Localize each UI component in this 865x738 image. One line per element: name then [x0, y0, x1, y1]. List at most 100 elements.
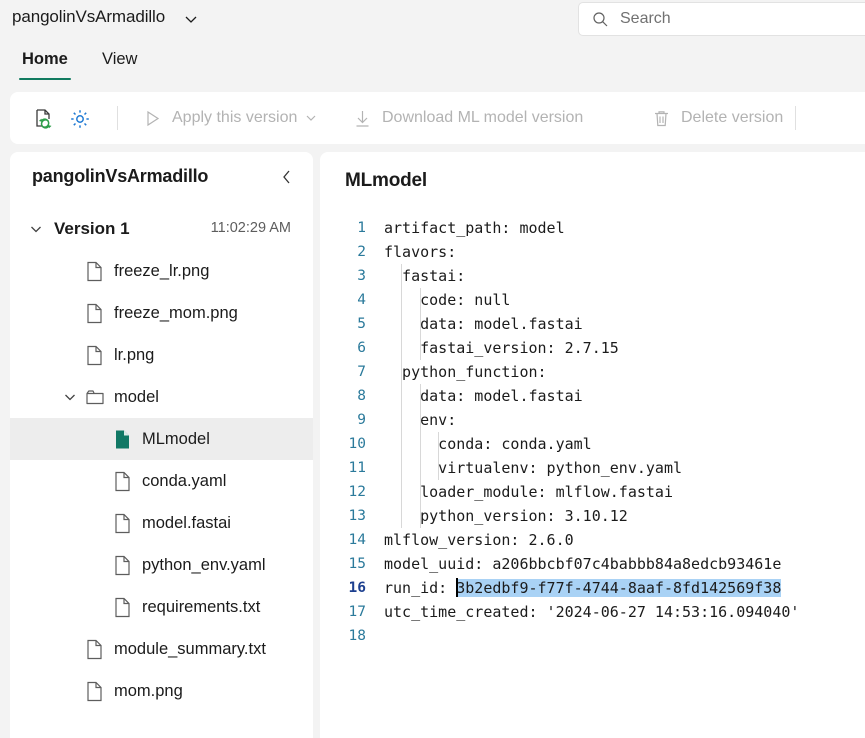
tree-item-model-folder[interactable]: model	[10, 376, 313, 418]
line-text: loader_module: mlflow.fastai	[384, 480, 673, 504]
line-text: env:	[384, 408, 456, 432]
code-viewer[interactable]: 1 artifact_path: model 2 flavors: 3 fast…	[320, 216, 865, 648]
line-number: 1	[334, 216, 366, 240]
settings-button[interactable]	[64, 100, 95, 136]
line-number: 14	[334, 528, 366, 552]
chevron-down-icon[interactable]	[182, 10, 200, 28]
tree-item-lr-png[interactable]: lr.png	[10, 334, 313, 376]
apply-this-version-button[interactable]: Apply this version	[134, 100, 325, 136]
download-ml-model-version-button[interactable]: Download ML model version	[344, 100, 591, 136]
file-icon	[85, 261, 104, 282]
ribbon-tabs: Home View	[0, 44, 865, 88]
line-text: python_version: 3.10.12	[384, 504, 628, 528]
code-line: 12 loader_module: mlflow.fastai	[320, 480, 865, 504]
line-text: artifact_path: model	[384, 216, 565, 240]
trash-icon	[651, 108, 672, 129]
tree-item-version-1[interactable]: Version 1 11:02:29 AM	[10, 208, 313, 250]
code-line: 5 data: model.fastai	[320, 312, 865, 336]
line-number: 10	[334, 432, 366, 456]
version-timestamp: 11:02:29 AM	[211, 220, 291, 236]
line-text: virtualenv: python_env.yaml	[384, 456, 682, 480]
line-text: python_function:	[384, 360, 547, 384]
line-text-prefix: run_id:	[384, 579, 456, 597]
command-bar: Apply this version Download ML model ver…	[10, 92, 865, 144]
code-line: 4 code: null	[320, 288, 865, 312]
tree-item-module-summary-txt[interactable]: module_summary.txt	[10, 628, 313, 670]
folder-icon	[85, 387, 104, 408]
file-icon	[113, 471, 132, 492]
tree-item-conda-yaml[interactable]: conda.yaml	[10, 460, 313, 502]
line-text: model_uuid: a206bbcbf07c4babbb84a8edcb93…	[384, 552, 781, 576]
document-title: MLmodel	[345, 170, 427, 192]
delete-version-button[interactable]: Delete version	[643, 100, 791, 136]
file-icon	[113, 429, 132, 450]
search-placeholder: Search	[620, 10, 671, 28]
line-text: fastai_version: 2.7.15	[384, 336, 619, 360]
chevron-left-icon[interactable]	[278, 168, 296, 186]
code-line: 2 flavors:	[320, 240, 865, 264]
line-text: mlflow_version: 2.6.0	[384, 528, 574, 552]
file-icon	[113, 597, 132, 618]
line-number: 5	[334, 312, 366, 336]
download-ml-model-version-label: Download ML model version	[382, 109, 583, 127]
tree-item-label: lr.png	[114, 346, 154, 365]
tree-item-mlmodel[interactable]: MLmodel	[10, 418, 313, 460]
tree-item-label: model.fastai	[142, 514, 231, 533]
tree-item-label: requirements.txt	[142, 598, 260, 617]
line-text: data: model.fastai	[384, 312, 583, 336]
chevron-down-icon	[305, 112, 317, 124]
text-caret	[456, 578, 458, 597]
line-text: data: model.fastai	[384, 384, 583, 408]
tree-item-python-env-yaml[interactable]: python_env.yaml	[10, 544, 313, 586]
tree-item-label: conda.yaml	[142, 472, 226, 491]
tree-item-label: MLmodel	[142, 430, 210, 449]
file-icon	[85, 639, 104, 660]
code-line: 11 virtualenv: python_env.yaml	[320, 456, 865, 480]
file-icon	[113, 555, 132, 576]
tree-item-model-fastai[interactable]: model.fastai	[10, 502, 313, 544]
tree-item-label: Version 1	[54, 219, 130, 239]
code-line: 1 artifact_path: model	[320, 216, 865, 240]
file-icon	[85, 681, 104, 702]
line-number: 18	[334, 624, 366, 648]
code-line: 17 utc_time_created: '2024-06-27 14:53:1…	[320, 600, 865, 624]
file-tree: Version 1 11:02:29 AM freeze_lr.png free…	[10, 208, 313, 712]
tree-item-requirements-txt[interactable]: requirements.txt	[10, 586, 313, 628]
tree-item-freeze-mom-png[interactable]: freeze_mom.png	[10, 292, 313, 334]
code-line-selected: 16 run_id: 3b2edbf9-f77f-4744-8aaf-8fd14…	[320, 576, 865, 600]
tab-home-label: Home	[22, 50, 68, 69]
window-title: pangolinVsArmadillo	[12, 7, 165, 27]
line-number: 9	[334, 408, 366, 432]
tab-home[interactable]: Home	[22, 44, 68, 88]
tree-item-mom-png[interactable]: mom.png	[10, 670, 313, 712]
code-line: 13 python_version: 3.10.12	[320, 504, 865, 528]
line-number: 11	[334, 456, 366, 480]
code-line: 8 data: model.fastai	[320, 384, 865, 408]
command-separator-1	[117, 106, 118, 130]
refresh-button[interactable]	[28, 100, 59, 136]
download-icon	[352, 108, 373, 129]
file-icon	[113, 513, 132, 534]
line-text: run_id: 3b2edbf9-f77f-4744-8aaf-8fd14256…	[384, 576, 781, 600]
tab-view[interactable]: View	[102, 44, 137, 88]
line-text: utc_time_created: '2024-06-27 14:53:16.0…	[384, 600, 799, 624]
line-number: 2	[334, 240, 366, 264]
file-icon	[85, 345, 104, 366]
sidebar-title: pangolinVsArmadillo	[32, 166, 208, 187]
selected-run-id[interactable]: 3b2edbf9-f77f-4744-8aaf-8fd142569f38	[456, 579, 781, 597]
code-line: 9 env:	[320, 408, 865, 432]
tree-item-freeze-lr-png[interactable]: freeze_lr.png	[10, 250, 313, 292]
line-number: 8	[334, 384, 366, 408]
tree-item-label: mom.png	[114, 682, 183, 701]
line-number: 3	[334, 264, 366, 288]
tab-active-indicator	[19, 78, 71, 81]
code-line: 18	[320, 624, 865, 648]
tree-item-label: model	[114, 388, 159, 407]
line-number: 13	[334, 504, 366, 528]
title-bar: pangolinVsArmadillo Search	[0, 0, 865, 40]
line-number: 4	[334, 288, 366, 312]
search-input[interactable]: Search	[578, 2, 865, 36]
line-number: 6	[334, 336, 366, 360]
chevron-down-icon[interactable]	[62, 389, 78, 405]
chevron-down-icon[interactable]	[28, 221, 44, 237]
